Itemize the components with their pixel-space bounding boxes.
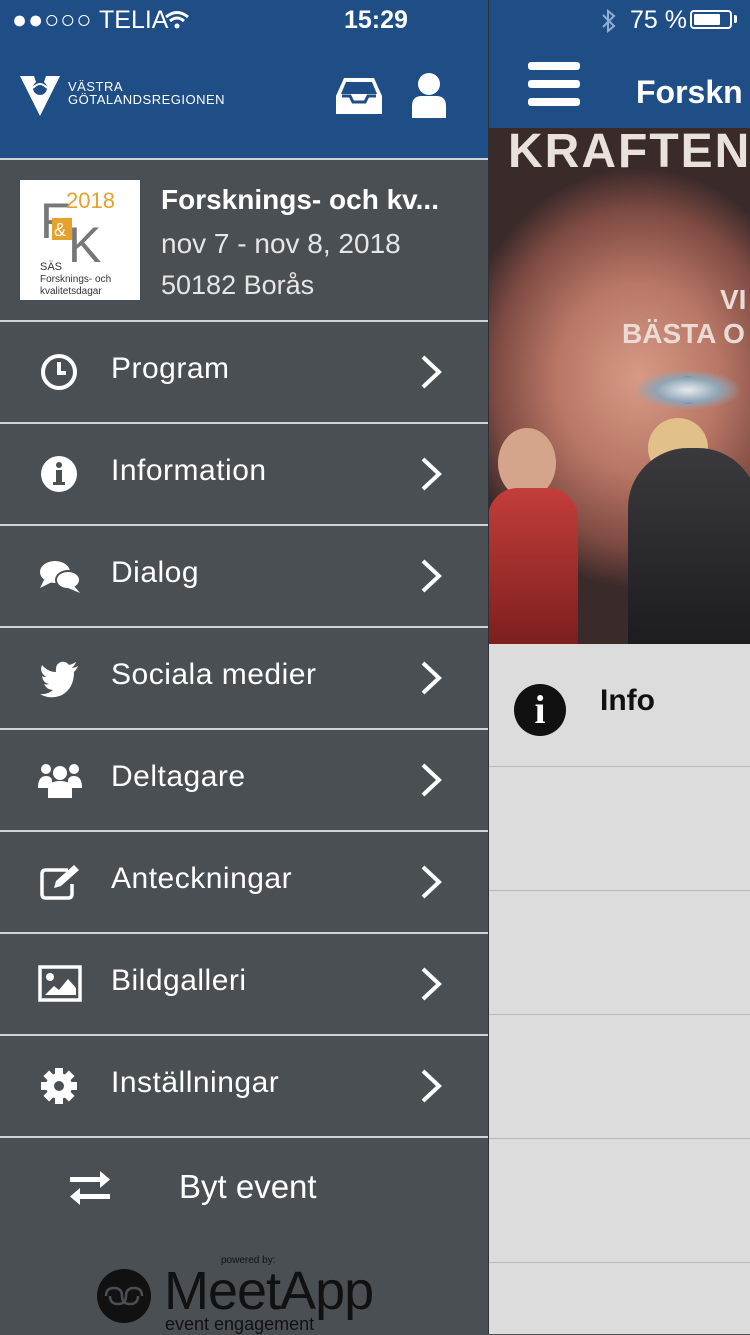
menu-item-label: Program xyxy=(111,352,230,385)
status-bar-right: 75 % xyxy=(488,0,750,42)
battery-nub xyxy=(734,15,737,23)
menu-item-dialog[interactable]: Dialog xyxy=(0,526,488,628)
edit-note-icon xyxy=(40,865,79,900)
background-page: 75 % Forskn KRAFTEN VI BÄSTA O i Info xyxy=(488,0,750,1334)
swap-arrows-icon xyxy=(70,1171,110,1205)
event-location: 50182 Borås xyxy=(161,270,315,300)
menu-item-label: Information xyxy=(111,454,267,487)
carrier-info: ●●○○○ TELIA xyxy=(12,6,169,35)
battery-icon xyxy=(690,10,732,29)
battery-percent: 75 % xyxy=(630,6,687,34)
twitter-icon xyxy=(40,661,78,698)
chevron-right-icon xyxy=(421,967,442,1001)
info-label: Info xyxy=(600,684,655,717)
event-title: Forsknings- och kv... xyxy=(161,184,439,215)
switch-event-button[interactable]: Byt event xyxy=(0,1138,488,1238)
chevron-right-icon xyxy=(421,661,442,695)
menu-item-program[interactable]: Program xyxy=(0,322,488,424)
status-time: 15:29 xyxy=(344,6,408,34)
menu-item-information[interactable]: Information xyxy=(0,424,488,526)
list-row[interactable] xyxy=(488,1140,750,1263)
hero-image: KRAFTEN VI BÄSTA O xyxy=(488,128,750,644)
list-row[interactable] xyxy=(488,892,750,1015)
info-icon xyxy=(41,456,77,492)
chevron-right-icon xyxy=(421,763,442,797)
gear-icon xyxy=(41,1068,77,1104)
hero-text-basta: BÄSTA O xyxy=(622,318,745,349)
menu-icon[interactable] xyxy=(528,62,580,106)
info-row[interactable]: i Info xyxy=(488,644,750,767)
event-logo: F 2018 & K SÄS Forsknings- och kvalitets… xyxy=(20,180,140,300)
menu-item-label: Deltagare xyxy=(111,760,246,793)
battery-level xyxy=(694,14,720,25)
chevron-right-icon xyxy=(421,865,442,899)
list-row[interactable] xyxy=(488,1016,750,1139)
wifi-icon xyxy=(165,11,189,29)
switch-event-label: Byt event xyxy=(179,1168,317,1205)
menu-item-label: Bildgalleri xyxy=(111,964,247,997)
chevron-right-icon xyxy=(421,1069,442,1103)
event-logo-year: 2018 xyxy=(66,188,115,213)
vgr-logo-icon xyxy=(20,76,60,116)
drawer-header: ●●○○○ TELIA 15:29 VÄSTRA GÖTALANDSREGION… xyxy=(0,0,488,160)
event-dates: nov 7 - nov 8, 2018 xyxy=(161,228,401,259)
clock-icon xyxy=(41,354,77,390)
svg-text:&: & xyxy=(54,220,66,240)
menu-item-notes[interactable]: Anteckningar xyxy=(0,832,488,934)
page-header: 75 % Forskn xyxy=(488,0,750,128)
bluetooth-icon xyxy=(602,9,616,33)
info-circle-icon: i xyxy=(514,684,566,736)
event-logo-org: SÄS xyxy=(40,261,62,273)
menu-item-label: Sociala medier xyxy=(111,658,317,691)
menu-item-label: Inställningar xyxy=(111,1066,280,1099)
chevron-right-icon xyxy=(421,559,442,593)
menu-item-participants[interactable]: Deltagare xyxy=(0,730,488,832)
hero-text-kraften: KRAFTEN xyxy=(508,128,750,178)
users-icon xyxy=(38,764,82,798)
event-card[interactable]: F 2018 & K SÄS Forsknings- och kvalitets… xyxy=(0,160,488,322)
meetapp-tagline: event engagement xyxy=(165,1314,315,1334)
menu-item-social-media[interactable]: Sociala medier xyxy=(0,628,488,730)
menu-item-gallery[interactable]: Bildgalleri xyxy=(0,934,488,1036)
carrier-name: TELIA xyxy=(99,6,169,34)
chevron-right-icon xyxy=(421,355,442,389)
meetapp-brand-name: MeetApp xyxy=(164,1261,374,1321)
side-drawer: ●●○○○ TELIA 15:29 VÄSTRA GÖTALANDSREGION… xyxy=(0,0,489,1334)
menu-item-label: Anteckningar xyxy=(111,862,293,895)
chat-bubbles-icon xyxy=(40,561,81,593)
image-icon xyxy=(38,965,82,1002)
chevron-right-icon xyxy=(421,457,442,491)
page-title: Forskn xyxy=(636,74,743,110)
meetapp-logo-icon xyxy=(97,1269,151,1323)
signal-strength-icon: ●●○○○ xyxy=(12,6,93,34)
svg-text:K: K xyxy=(68,217,101,273)
event-logo-line1: Forsknings- och xyxy=(40,274,111,285)
event-logo-line2: kvalitetsdagar xyxy=(40,286,102,297)
menu-item-settings[interactable]: Inställningar xyxy=(0,1036,488,1138)
org-logo-text: VÄSTRA GÖTALANDSREGIONEN xyxy=(68,79,226,107)
menu-item-label: Dialog xyxy=(111,556,200,589)
profile-icon[interactable] xyxy=(410,72,448,118)
list-row[interactable] xyxy=(488,768,750,891)
inbox-icon[interactable] xyxy=(336,76,382,116)
hero-text-vi: VI xyxy=(720,284,747,315)
